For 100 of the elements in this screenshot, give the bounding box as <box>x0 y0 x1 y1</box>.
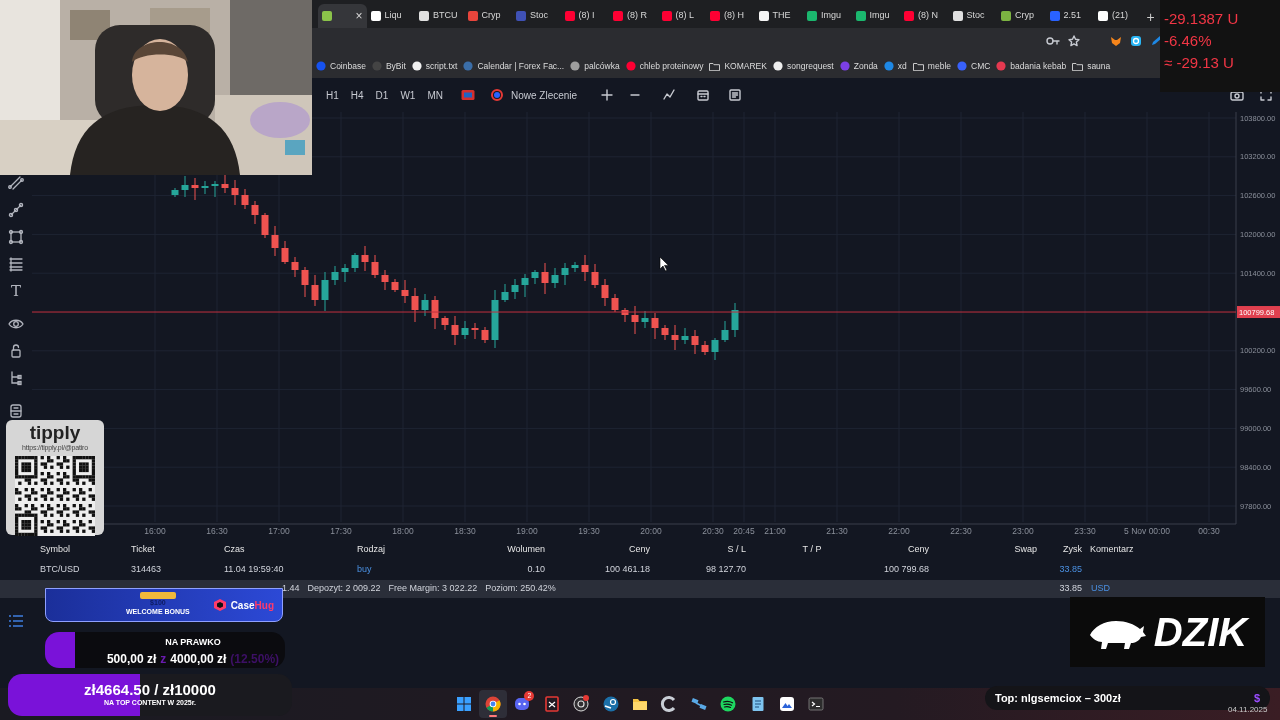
goal-title: NA PRAWKO <box>165 636 221 649</box>
candle <box>561 262 569 286</box>
candle <box>421 293 429 317</box>
candle <box>441 315 449 331</box>
browser-tab[interactable]: (8) N <box>900 4 949 28</box>
bookmark-link[interactable]: palcówka <box>570 59 620 73</box>
bookmark-link[interactable]: Coinbase <box>316 59 366 73</box>
axis-label: 18:00 <box>392 526 414 536</box>
candle <box>581 254 589 282</box>
taskbar-app[interactable] <box>479 690 508 718</box>
column-header: Ceny <box>907 543 929 557</box>
browser-tab[interactable]: Imgu <box>851 4 900 28</box>
candle <box>191 177 199 201</box>
trend-line-icon[interactable] <box>7 201 25 219</box>
plus-icon[interactable] <box>601 89 614 101</box>
notes-icon[interactable] <box>729 89 742 101</box>
candle <box>361 245 369 272</box>
star-icon[interactable] <box>1068 35 1080 47</box>
candle <box>611 293 619 313</box>
timeframe-button[interactable]: MN <box>421 85 449 105</box>
timeframe-button[interactable]: H1 <box>320 85 345 105</box>
bookmark-link[interactable]: xd <box>883 59 907 73</box>
timeframe-button[interactable]: H4 <box>344 85 370 105</box>
table-cell-text: BTC/USD <box>40 563 81 577</box>
clock-icon <box>490 89 503 101</box>
axis-label: 21:30 <box>826 526 848 536</box>
candle <box>481 326 489 344</box>
currency-label: USD <box>1090 582 1111 596</box>
browser-tab[interactable]: Stoc <box>948 4 997 28</box>
timeframe-button[interactable]: W1 <box>394 85 422 105</box>
candle <box>251 200 259 225</box>
fox-icon[interactable] <box>1110 35 1122 47</box>
folder-icon <box>709 61 721 71</box>
candle <box>231 179 239 206</box>
browser-tab[interactable]: Liqu <box>366 4 415 28</box>
table-cell-text: 0.10 <box>526 563 545 577</box>
axis-label: 19:00 <box>516 526 538 536</box>
axis-label: 22:00 <box>888 526 910 536</box>
rectangle-icon[interactable] <box>7 228 25 246</box>
bookmark-link[interactable]: chleb proteinowy <box>625 59 704 73</box>
cursor-icon <box>659 256 669 272</box>
browser-tab[interactable]: (8) H <box>706 4 755 28</box>
bookmark-link[interactable]: KOMAREK <box>709 59 767 73</box>
browser-tab[interactable]: Cryp <box>463 4 512 28</box>
timeframe-button[interactable]: D1 <box>369 85 395 105</box>
browser-tab[interactable]: BTCU <box>415 4 464 28</box>
close-button[interactable]: × <box>355 7 363 25</box>
parallel-lines-icon[interactable] <box>7 174 25 192</box>
candle <box>591 263 599 289</box>
browser-tab[interactable]: (8) I <box>560 4 609 28</box>
bookmark-link[interactable]: sauna <box>1072 59 1111 73</box>
bookmark-link[interactable]: songrequest <box>772 59 834 73</box>
table-cell-text: 100 799.68 <box>882 563 929 577</box>
folder-icon <box>912 61 924 71</box>
candle <box>451 315 459 346</box>
browser-tab[interactable]: Stoc <box>512 4 561 28</box>
candle <box>401 279 409 304</box>
candle <box>501 283 509 303</box>
browser-tab[interactable]: THE <box>754 4 803 28</box>
browser-tab[interactable]: × <box>318 4 367 28</box>
camera-icon[interactable] <box>1230 89 1244 101</box>
card-icon[interactable] <box>460 89 475 101</box>
goal-target: 4000,00 zł <box>170 650 227 668</box>
bookmark-link[interactable]: ByBit <box>371 59 406 73</box>
indicator-icon[interactable] <box>663 89 676 101</box>
bookmark-link[interactable]: CMC <box>957 59 991 73</box>
bookmark-link[interactable]: Calendar | Forex Fac... <box>463 59 565 73</box>
account-stat: 1.44 <box>282 582 300 596</box>
table-cell-text: 100 461.18 <box>603 563 650 577</box>
candle <box>171 187 179 198</box>
extension-icon[interactable] <box>1130 35 1142 47</box>
candle <box>701 340 709 356</box>
browser-tab[interactable]: Imgu <box>803 4 852 28</box>
candle <box>311 274 319 307</box>
bookmark-link[interactable]: meble <box>912 59 951 73</box>
browser-tab[interactable]: Cryp <box>997 4 1046 28</box>
candle <box>471 322 479 340</box>
bookmark-link[interactable]: badania kebab <box>996 59 1067 73</box>
new-order-button[interactable]: Nowe Zlecenie <box>484 85 584 105</box>
candle <box>521 273 529 298</box>
calendar-icon[interactable] <box>697 89 710 101</box>
browser-tab[interactable]: (21) <box>1094 4 1143 28</box>
new-tab-button[interactable]: + <box>1144 7 1157 28</box>
bookmark-link[interactable]: script.txt <box>411 59 458 73</box>
table-cell-text: 33.85 <box>1058 563 1082 577</box>
browser-tab[interactable]: (8) L <box>657 4 706 28</box>
ticker-value: -6.46% <box>1164 31 1213 51</box>
date-text: 04.11.2025 <box>1228 704 1268 716</box>
browser-tab[interactable]: 2.51 <box>1045 4 1094 28</box>
candle <box>241 188 249 210</box>
candle <box>691 329 699 355</box>
browser-tab[interactable]: (8) R <box>609 4 658 28</box>
axis-label: 20:30 <box>702 526 724 536</box>
column-header: Czas <box>224 543 246 557</box>
table-cell-text: buy <box>357 563 373 577</box>
bookmark-link[interactable]: Zonda <box>839 59 878 73</box>
list-icon[interactable] <box>8 614 24 628</box>
candle <box>221 173 229 194</box>
candle <box>391 278 399 293</box>
text-tool-icon[interactable]: T <box>11 282 21 300</box>
